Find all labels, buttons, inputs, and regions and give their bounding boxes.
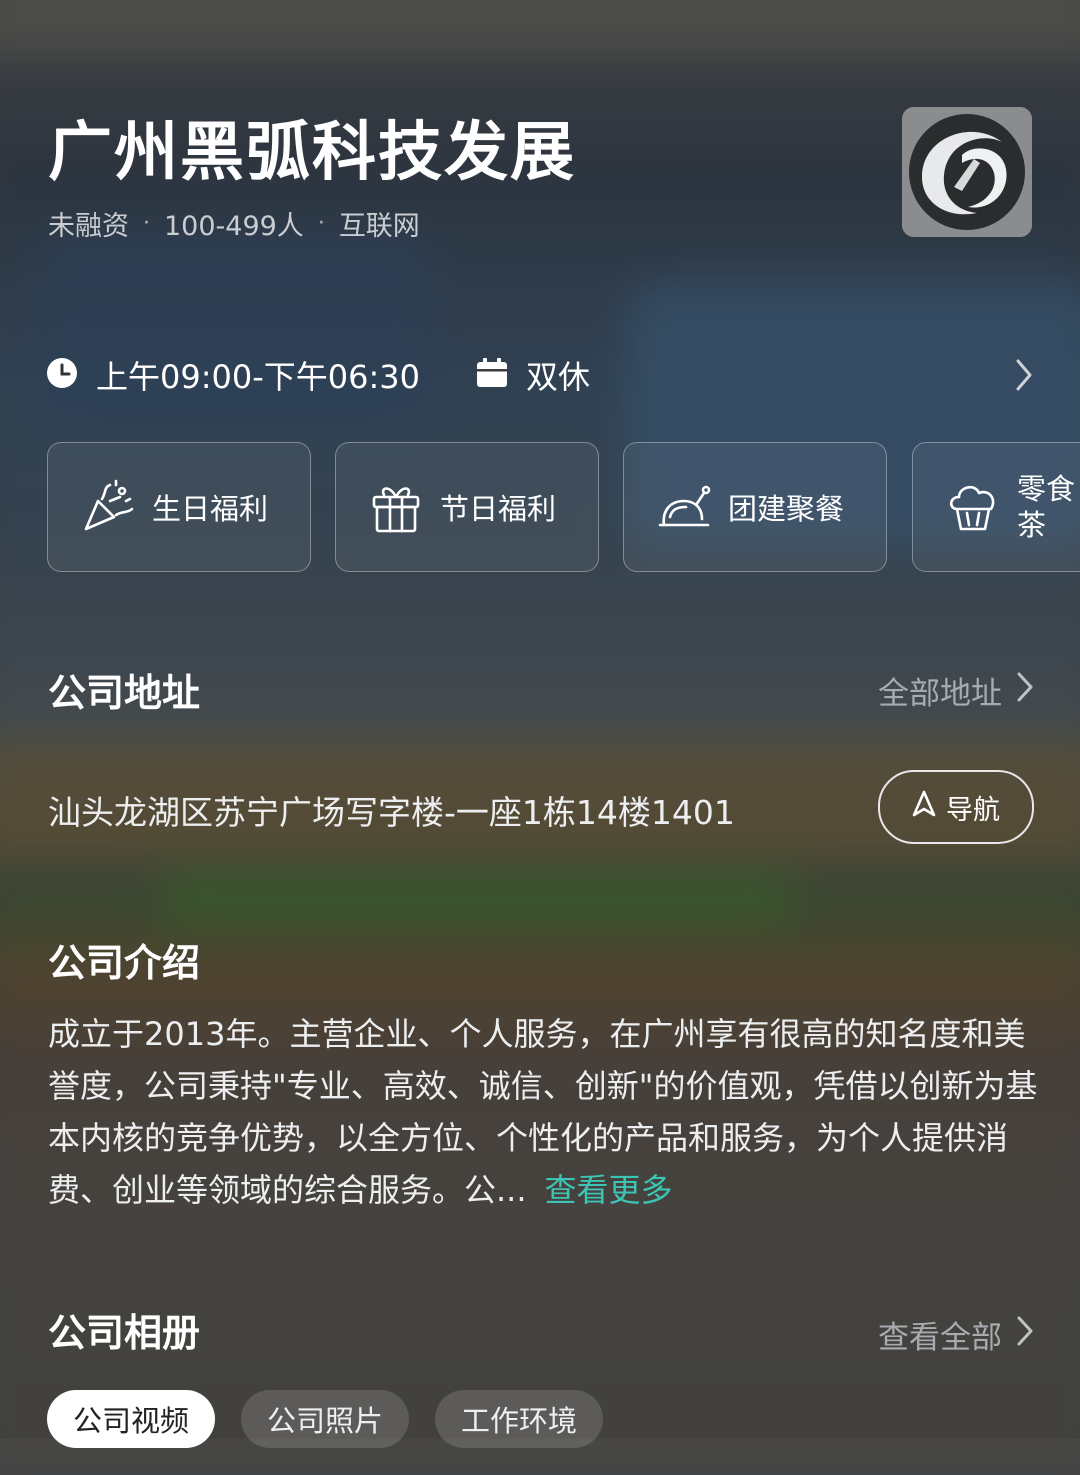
party-popper-icon bbox=[80, 479, 136, 535]
industry: 互联网 bbox=[338, 211, 420, 242]
company-logo[interactable] bbox=[902, 107, 1032, 237]
clock-icon bbox=[46, 357, 78, 393]
company-meta: 未融资 · 100-499人 · 互联网 bbox=[48, 204, 420, 243]
gift-icon bbox=[368, 479, 424, 535]
benefits-list: 生日福利 节日福利 团建聚餐 零食茶 bbox=[47, 442, 1080, 574]
benefit-label: 生日福利 bbox=[152, 492, 269, 526]
view-more-link[interactable]: 查看更多 bbox=[545, 1171, 673, 1209]
navigate-button[interactable]: 导航 bbox=[878, 770, 1034, 844]
company-address: 汕头龙湖区苏宁广场写字楼-一座1栋14楼1401 bbox=[48, 793, 735, 832]
view-all-album-link[interactable]: 查看全部 bbox=[878, 1312, 1034, 1357]
cupcake-icon bbox=[945, 479, 1001, 535]
chevron-right-icon[interactable] bbox=[1014, 358, 1034, 396]
company-name: 广州黑弧科技发展 bbox=[48, 116, 576, 190]
tab-company-photos[interactable]: 公司照片 bbox=[241, 1390, 410, 1448]
intro-text: 成立于2013年。主营企业、个人服务，在广州享有很高的知名度和美誉度，公司秉持"… bbox=[48, 1015, 1038, 1209]
calendar-icon bbox=[476, 357, 508, 393]
benefit-card[interactable]: 生日福利 bbox=[47, 442, 311, 572]
chevron-right-icon bbox=[1016, 1315, 1034, 1355]
benefit-card[interactable]: 节日福利 bbox=[335, 442, 599, 572]
work-hours: 上午09:00-下午06:30 bbox=[96, 358, 420, 396]
benefit-card[interactable]: 零食茶 bbox=[912, 442, 1080, 572]
chevron-right-icon bbox=[1016, 671, 1034, 711]
album-section-title: 公司相册 bbox=[48, 1311, 201, 1355]
rest-days: 双休 bbox=[526, 358, 591, 396]
benefit-label: 节日福利 bbox=[440, 492, 557, 526]
benefit-label: 零食茶 bbox=[1017, 472, 1076, 542]
roast-dish-icon bbox=[656, 479, 712, 535]
album-tabs: 公司视频 公司照片 工作环境 bbox=[47, 1390, 604, 1448]
intro-section-title: 公司介绍 bbox=[48, 941, 201, 985]
schedule-row[interactable]: 上午09:00-下午06:30 双休 bbox=[46, 348, 1036, 402]
tab-work-environment[interactable]: 工作环境 bbox=[435, 1390, 604, 1448]
all-addresses-link[interactable]: 全部地址 bbox=[878, 668, 1034, 713]
benefit-card[interactable]: 团建聚餐 bbox=[623, 442, 887, 572]
navigation-arrow-icon bbox=[912, 790, 936, 825]
funding-stage: 未融资 bbox=[48, 211, 129, 242]
company-intro: 成立于2013年。主营企业、个人服务，在广州享有很高的知名度和美誉度，公司秉持"… bbox=[48, 1008, 1038, 1216]
company-size: 100-499人 bbox=[164, 211, 304, 242]
tab-company-video[interactable]: 公司视频 bbox=[47, 1390, 216, 1448]
address-section-title: 公司地址 bbox=[48, 671, 201, 715]
benefit-label: 团建聚餐 bbox=[728, 492, 845, 526]
